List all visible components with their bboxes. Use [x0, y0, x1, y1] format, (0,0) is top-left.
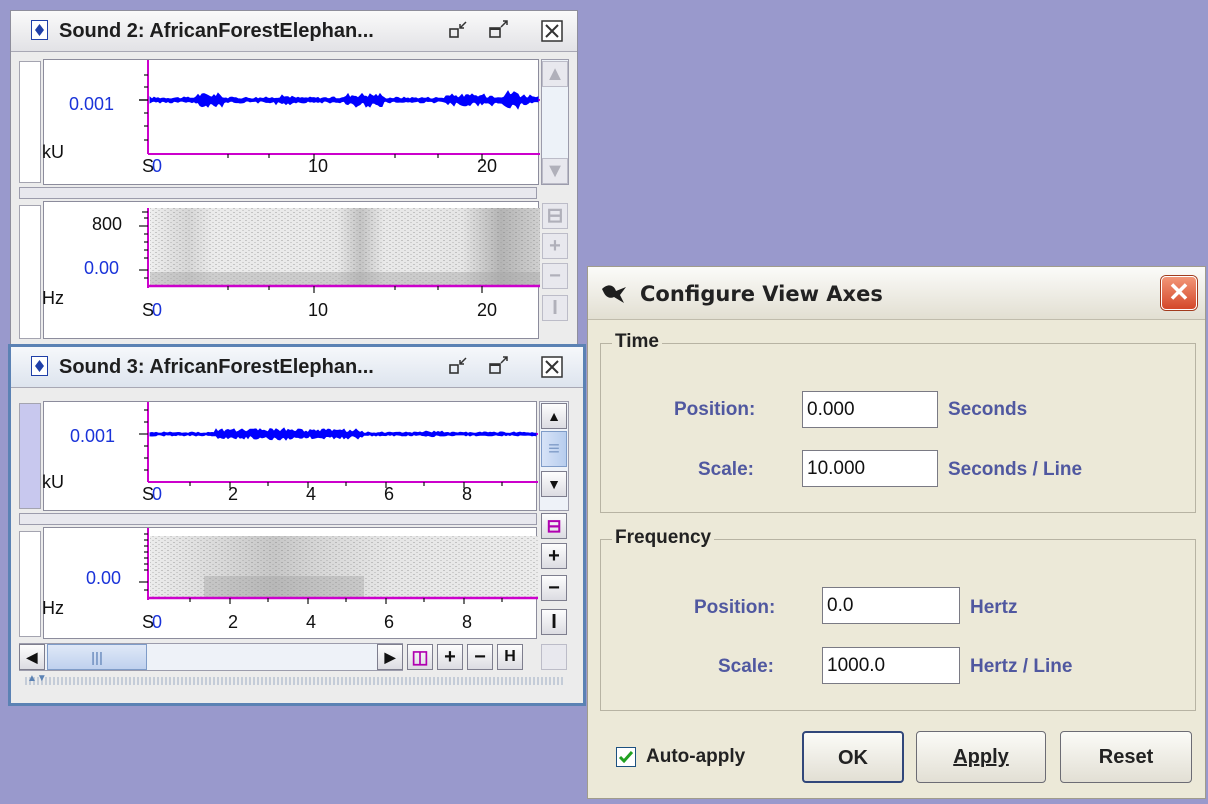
scroll-right-button[interactable]: ▶	[377, 644, 403, 670]
sound3-spectrogram-pane[interactable]: 0.00 Hz S 0 2 4 6 8	[42, 527, 538, 639]
sound2-waveform-pane[interactable]: 0.001 kU S 0 10 20	[42, 59, 540, 185]
dialog-titlebar[interactable]: Configure View Axes ✕	[588, 267, 1205, 320]
checkmark-icon	[618, 751, 634, 764]
scroll-down-button[interactable]: ▼	[541, 471, 567, 497]
raven-logo-icon	[602, 285, 626, 303]
h-scroll-thumb[interactable]: |||	[47, 644, 147, 670]
waveform-track-header[interactable]	[19, 403, 41, 509]
zoom-in-button[interactable]: +	[541, 543, 567, 569]
resize-grip[interactable]: ▲▼	[25, 673, 565, 685]
zoom-out-button[interactable]: −	[542, 263, 568, 289]
scroll-up-button[interactable]: ▲	[541, 403, 567, 429]
sound2-title: Sound 2: AfricanForestElephan...	[59, 20, 374, 42]
time-group	[600, 343, 1196, 513]
maximize-icon[interactable]	[487, 19, 511, 41]
time-scale-field[interactable]	[802, 450, 938, 487]
frequency-position-field[interactable]	[822, 587, 960, 624]
sound3-waveform-signal	[149, 427, 537, 441]
scroll-left-button[interactable]: ◀	[19, 644, 45, 670]
sound2-spectrogram-pane[interactable]: 800 0.00 Hz S 0 10 20	[42, 201, 540, 339]
waveform-track-header[interactable]	[19, 61, 41, 183]
zoom-reset-button[interactable]: I	[542, 295, 568, 321]
sound2-waveform-plot	[139, 60, 540, 161]
h-zoom-fit-button[interactable]: ◫	[407, 644, 433, 670]
corner-box	[541, 644, 567, 670]
zoom-fit-button[interactable]: ⊟	[542, 203, 568, 229]
spectrogram-track-header[interactable]	[19, 531, 41, 637]
sound2-window: Sound 2: AfricanForestElephan... 0.001 k…	[10, 10, 578, 352]
sound2-waveform-signal	[149, 90, 539, 110]
frequency-scale-unit: Hertz / Line	[970, 656, 1073, 677]
sound3-titlebar[interactable]: Sound 3: AfricanForestElephan...	[11, 347, 583, 388]
frequency-position-label: Position:	[694, 597, 776, 618]
zoom-fit-button[interactable]: ⊟	[541, 513, 567, 539]
configure-view-axes-dialog: Configure View Axes ✕ Time Position: Sec…	[587, 266, 1206, 799]
sound3-waveform-pane[interactable]: 0.001 kU S 0 2 4 6 8	[42, 401, 538, 511]
frequency-scale-label: Scale:	[718, 656, 774, 677]
time-scale-unit: Seconds / Line	[948, 459, 1083, 480]
minimize-icon[interactable]	[447, 19, 471, 41]
close-icon[interactable]	[541, 356, 563, 378]
maximize-icon[interactable]	[487, 355, 511, 377]
sound2-titlebar[interactable]: Sound 2: AfricanForestElephan...	[11, 11, 577, 52]
frequency-group	[600, 539, 1196, 711]
h-zoom-reset-button[interactable]: H	[497, 644, 523, 670]
sound3-title: Sound 3: AfricanForestElephan...	[59, 356, 374, 378]
document-icon	[31, 356, 48, 376]
ok-button[interactable]: OK	[802, 731, 904, 783]
document-icon	[31, 20, 48, 40]
zoom-out-button[interactable]: −	[541, 575, 567, 601]
auto-apply-checkbox[interactable]	[616, 747, 636, 767]
close-icon[interactable]	[541, 20, 563, 42]
time-group-title: Time	[612, 331, 663, 353]
dialog-title: Configure View Axes	[640, 282, 883, 306]
frequency-position-unit: Hertz	[970, 597, 1018, 618]
split-arrows-icon: ▲▼	[27, 673, 47, 684]
horizontal-divider	[19, 513, 537, 525]
frequency-scale-field[interactable]	[822, 647, 960, 684]
time-position-field[interactable]	[802, 391, 938, 428]
frequency-group-title: Frequency	[612, 527, 715, 549]
apply-button[interactable]: Apply	[916, 731, 1046, 783]
time-position-label: Position:	[674, 399, 756, 420]
time-position-unit: Seconds	[948, 399, 1028, 420]
horizontal-divider	[19, 187, 537, 199]
spectrogram-track-header[interactable]	[19, 205, 41, 339]
sound3-spectrogram-plot	[139, 528, 538, 604]
auto-apply-label[interactable]: Auto-apply	[646, 746, 745, 768]
scroll-thumb[interactable]: ≡	[541, 431, 567, 467]
scroll-down-button[interactable]: ▼	[542, 158, 568, 184]
sound3-window: Sound 3: AfricanForestElephan... 0.001 k…	[8, 344, 586, 706]
zoom-in-button[interactable]: +	[542, 233, 568, 259]
zoom-reset-button[interactable]: I	[541, 609, 567, 635]
reset-button[interactable]: Reset	[1060, 731, 1192, 783]
minimize-icon[interactable]	[447, 355, 471, 377]
sound3-waveform-plot	[139, 402, 538, 488]
h-zoom-in-button[interactable]: +	[437, 644, 463, 670]
sound2-spectrogram-plot	[139, 208, 540, 293]
h-zoom-out-button[interactable]: −	[467, 644, 493, 670]
time-scale-label: Scale:	[698, 459, 754, 480]
scroll-up-button[interactable]: ▲	[542, 61, 568, 87]
dialog-close-icon[interactable]: ✕	[1161, 276, 1197, 310]
